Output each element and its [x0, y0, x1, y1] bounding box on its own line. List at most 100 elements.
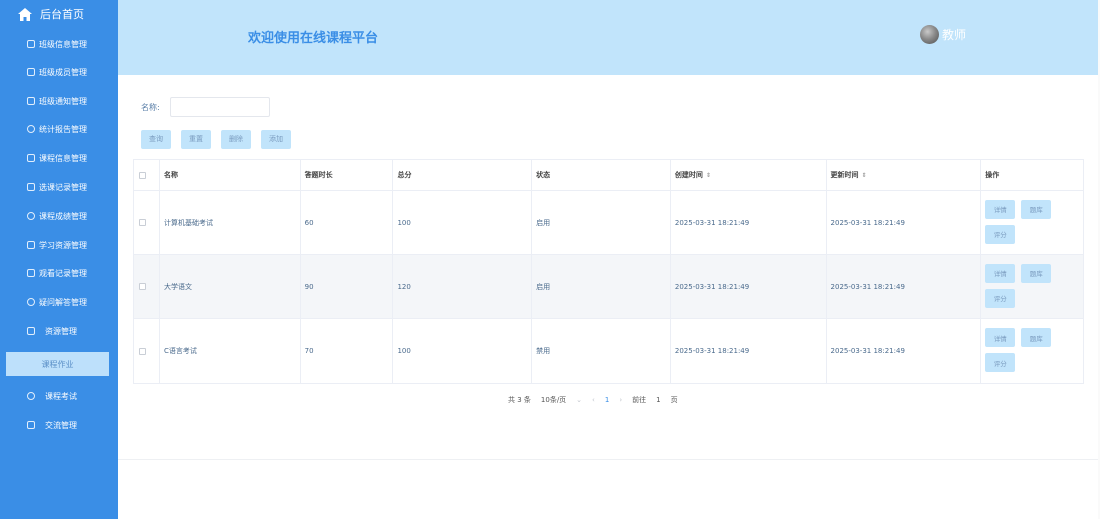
cell-duration: 60 — [301, 191, 394, 254]
table-icon — [27, 269, 35, 277]
cell-created: 2025-03-31 18:21:49 — [671, 255, 827, 318]
sidebar-item-course-exam[interactable]: 课程考试 — [0, 385, 118, 407]
chat-icon — [27, 392, 35, 400]
grade-button[interactable]: 评分 — [985, 288, 1016, 308]
sidebar-item-class-members[interactable]: 班级成员管理 — [0, 61, 118, 83]
cell-score: 100 — [393, 191, 533, 254]
chevron-down-icon[interactable]: ⌄ — [576, 396, 582, 404]
reset-button[interactable]: 重置 — [181, 130, 211, 149]
sidebar-item-label: 交流管理 — [45, 420, 77, 430]
chat-icon — [27, 298, 35, 306]
table-icon — [27, 154, 35, 162]
header-updated-label: 更新时间 — [830, 171, 859, 179]
cell-status: 启用 — [532, 255, 671, 318]
cell-name: C语言考试 — [160, 319, 301, 383]
cell-name: 计算机基础考试 — [160, 191, 301, 254]
cell-updated: 2025-03-31 18:21:49 — [827, 319, 982, 383]
cell-status: 启用 — [532, 191, 671, 254]
main-content: 名称: 查询 重置 删除 添加 名称 答题时长 总分 状态 创建时间 ⇕ 更新时… — [118, 75, 1100, 519]
library-button[interactable]: 题库 — [1021, 263, 1052, 283]
library-button[interactable]: 题库 — [1021, 199, 1052, 219]
ops-group: 详情 题库 评分 — [985, 326, 1065, 376]
sidebar-item-label: 选课记录管理 — [39, 182, 87, 192]
user-menu[interactable]: 教师 — [920, 25, 966, 44]
table-row: 计算机基础考试 60 100 启用 2025-03-31 18:21:49 20… — [134, 191, 1083, 255]
prev-page-icon[interactable]: ‹ — [592, 396, 595, 404]
row-checkbox[interactable] — [139, 283, 146, 290]
library-button[interactable]: 题库 — [1021, 328, 1052, 347]
header: 欢迎使用在线课程平台 教师 — [118, 0, 1100, 75]
detail-button[interactable]: 详情 — [985, 199, 1016, 219]
sidebar-item-course-homework[interactable]: 课程作业 — [6, 352, 109, 376]
cell-duration: 90 — [301, 255, 394, 318]
name-search-input[interactable] — [169, 97, 270, 117]
sort-icon[interactable]: ⇕ — [862, 172, 867, 179]
user-name: 教师 — [942, 28, 967, 42]
sidebar-item-label: 课程成绩管理 — [39, 211, 87, 221]
edit-icon — [27, 40, 35, 48]
next-page-icon[interactable]: › — [619, 396, 622, 404]
edit-icon — [27, 183, 35, 191]
add-button[interactable]: 添加 — [261, 130, 291, 149]
cell-created: 2025-03-31 18:21:49 — [671, 319, 827, 383]
sidebar-item-course-info[interactable]: 课程信息管理 — [0, 147, 118, 169]
header-status: 状态 — [532, 160, 671, 190]
row-checkbox[interactable] — [139, 219, 146, 226]
detail-button[interactable]: 详情 — [985, 328, 1016, 347]
select-all-cell — [134, 160, 160, 190]
sidebar-home-label: 后台首页 — [40, 8, 84, 21]
name-label: 名称: — [141, 102, 160, 112]
sidebar-item-learning-resources[interactable]: 学习资源管理 — [0, 234, 118, 256]
sidebar-item-class-info[interactable]: 班级信息管理 — [0, 33, 118, 55]
ops-group: 详情 题库 评分 — [985, 262, 1065, 312]
cell-score: 100 — [393, 319, 533, 383]
sidebar: 后台首页 班级信息管理 班级成员管理 班级通知管理 统计报告管理 课程信息管理 … — [0, 0, 118, 519]
page-number[interactable]: 1 — [605, 396, 609, 404]
header-created[interactable]: 创建时间 ⇕ — [671, 160, 827, 190]
sidebar-item-label: 疑问解答管理 — [39, 297, 87, 307]
sidebar-item-label: 课程作业 — [41, 359, 74, 369]
cell-ops: 详情 题库 评分 — [981, 319, 1083, 383]
sidebar-item-label: 班级通知管理 — [39, 96, 87, 106]
sidebar-item-qa[interactable]: 疑问解答管理 — [0, 291, 118, 313]
header-ops: 操作 — [985, 171, 1000, 179]
cell-ops: 详情 题库 评分 — [981, 191, 1083, 254]
delete-button[interactable]: 删除 — [221, 130, 251, 149]
table-header-row: 名称 答题时长 总分 状态 创建时间 ⇕ 更新时间 ⇕ 操作 — [134, 160, 1083, 191]
cell-name: 大学语文 — [160, 255, 301, 318]
sidebar-item-class-notice[interactable]: 班级通知管理 — [0, 90, 118, 112]
sort-icon[interactable]: ⇕ — [706, 172, 711, 179]
ops-group: 详情 题库 评分 — [985, 198, 1065, 248]
page-size-select[interactable]: 10条/页 — [541, 395, 566, 405]
header-created-label: 创建时间 — [674, 171, 703, 179]
page-title: 欢迎使用在线课程平台 — [248, 31, 379, 46]
sidebar-item-stats-report[interactable]: 统计报告管理 — [0, 118, 118, 140]
sidebar-item-enroll-records[interactable]: 选课记录管理 — [0, 176, 118, 198]
sidebar-item-label: 课程考试 — [45, 391, 77, 401]
goto-page-input[interactable]: 1 — [656, 396, 660, 404]
select-all-checkbox[interactable] — [139, 171, 146, 179]
pagination: 共 3 条 10条/页 ⌄ ‹ 1 › 前往 1 页 — [508, 395, 688, 405]
header-name: 名称 — [160, 160, 301, 190]
header-duration: 答题时长 — [301, 160, 394, 190]
sidebar-item-communication[interactable]: 交流管理 — [0, 414, 118, 436]
sidebar-home[interactable]: 后台首页 — [0, 0, 118, 28]
cell-score: 120 — [393, 255, 533, 318]
detail-button[interactable]: 详情 — [985, 263, 1016, 283]
sidebar-item-label: 课程信息管理 — [39, 153, 87, 163]
sidebar-item-watch-records[interactable]: 观看记录管理 — [0, 262, 118, 284]
exam-table: 名称 答题时长 总分 状态 创建时间 ⇕ 更新时间 ⇕ 操作 计算机基础考试 6… — [133, 159, 1084, 384]
sidebar-item-resources[interactable]: 资源管理 — [0, 320, 118, 342]
row-checkbox[interactable] — [139, 347, 146, 355]
grade-button[interactable]: 评分 — [985, 353, 1016, 372]
toolbar: 查询 重置 删除 添加 — [141, 130, 301, 149]
edit-icon — [27, 241, 35, 249]
cell-ops: 详情 题库 评分 — [981, 255, 1083, 318]
sidebar-item-label: 班级信息管理 — [39, 39, 87, 49]
header-updated[interactable]: 更新时间 ⇕ — [827, 160, 982, 190]
edit-icon — [27, 327, 35, 335]
table-row: 大学语文 90 120 启用 2025-03-31 18:21:49 2025-… — [134, 255, 1083, 319]
grade-button[interactable]: 评分 — [985, 224, 1016, 244]
sidebar-item-course-grades[interactable]: 课程成绩管理 — [0, 205, 118, 227]
query-button[interactable]: 查询 — [141, 130, 171, 149]
